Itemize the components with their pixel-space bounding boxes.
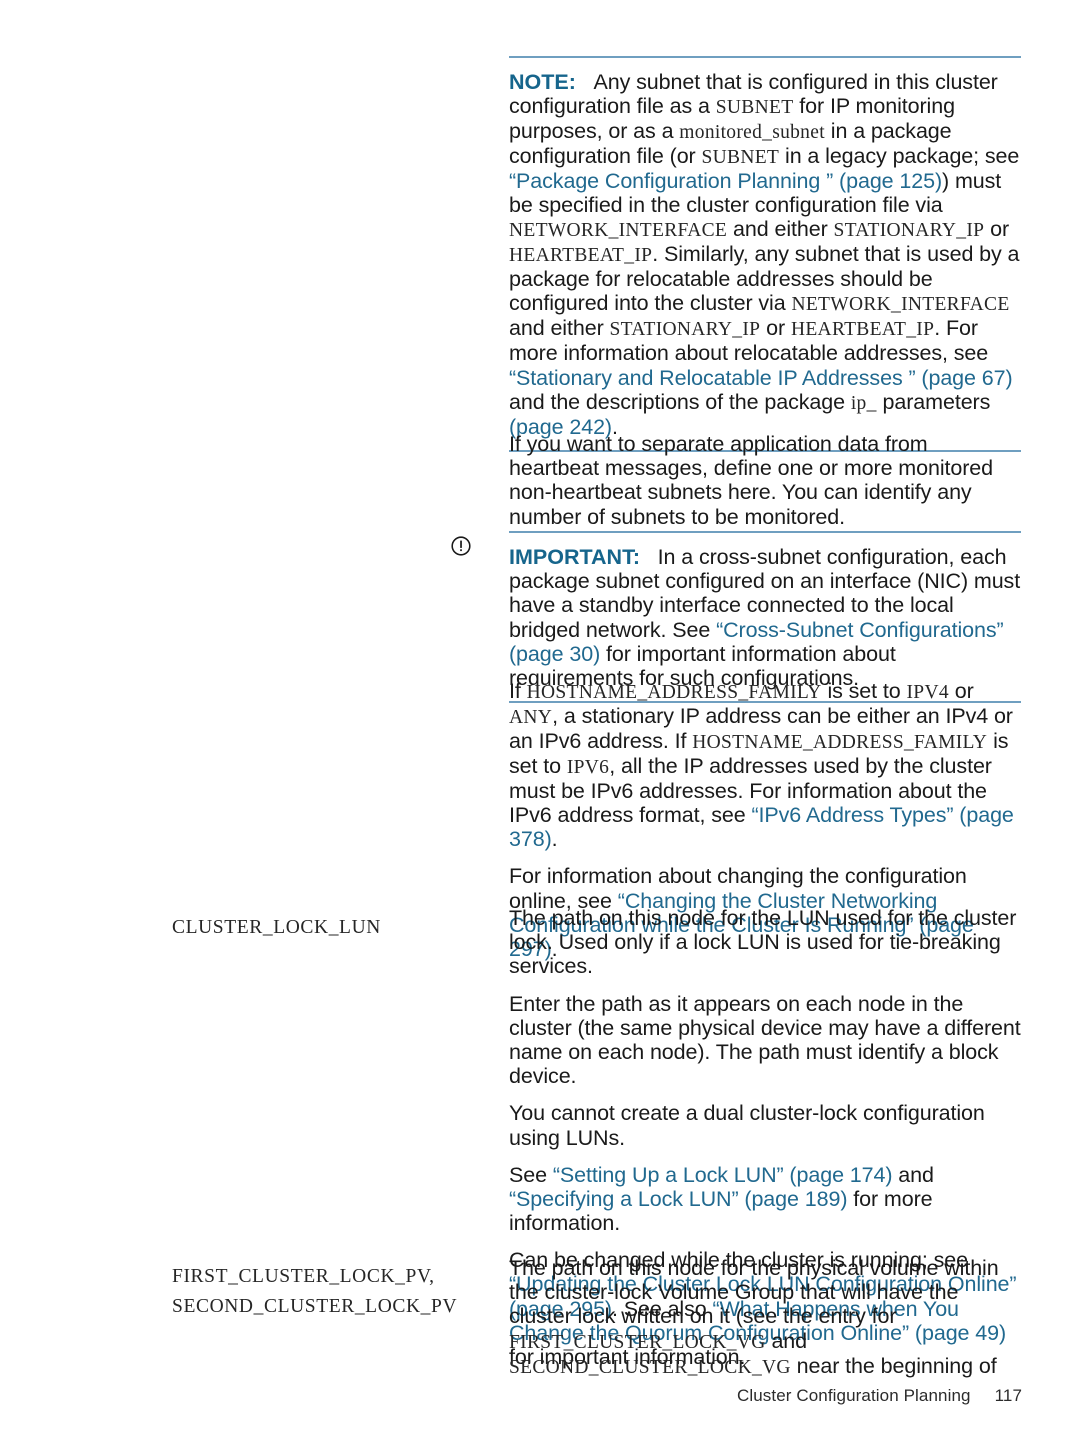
code-stationary-ip-2: STATIONARY_IP [609, 319, 761, 341]
note-paragraph: NOTE: Any subnet that is configured in t… [509, 70, 1020, 439]
code-hostname-address-family-1: HOSTNAME_ADDRESS_FAMILY [526, 682, 822, 703]
code-subnet-legacy: SUBNET [701, 147, 780, 169]
cluster-lock-lun-paragraph-2: Enter the path as it appears on each nod… [509, 991, 1021, 1089]
code-ip-prefix: ip_ [850, 392, 877, 414]
footer-chapter-title: Cluster Configuration Planning [737, 1386, 971, 1405]
code-monitored-subnet: monitored_subnet [679, 122, 825, 144]
code-first-cluster-lock-vg: FIRST_CLUSTER_LOCK_VG [509, 1331, 766, 1353]
link-setting-up-a-lock-lun[interactable]: “Setting Up a Lock LUN” (page 174) [553, 1163, 893, 1187]
code-network-interface-2: NETWORK_INTERFACE [791, 294, 1010, 316]
param-label-cluster-lock-lun: CLUSTER_LOCK_LUN [172, 913, 472, 943]
cluster-lock-lun-paragraph-3: You cannot create a dual cluster-lock co… [509, 1101, 985, 1150]
cluster-lock-lun-paragraph-4: See “Setting Up a Lock LUN” (page 174) a… [509, 1162, 934, 1236]
monitored-subnets-paragraph: If you want to separate application data… [509, 432, 994, 529]
code-ipv4: IPV4 [906, 682, 949, 703]
link-package-configuration-planning[interactable]: “Package Configuration Planning ” (page … [509, 169, 942, 193]
code-stationary-ip-1: STATIONARY_IP [833, 220, 985, 242]
link-stationary-relocatable-ip-addresses[interactable]: “Stationary and Relocatable IP Addresses… [509, 366, 1013, 390]
param-name-text-line2: SECOND_CLUSTER_LOCK_PV [172, 1296, 458, 1318]
code-hostname-address-family-2: HOSTNAME_ADDRESS_FAMILY [692, 731, 988, 753]
code-subnet: SUBNET [715, 97, 794, 119]
cluster-lock-pv-paragraph: The path on this node for the physical v… [509, 1256, 999, 1378]
important-paragraph: IMPORTANT: In a cross-subnet configurati… [509, 545, 1021, 690]
document-page: NOTE: Any subnet that is configured in t… [0, 0, 1080, 1438]
code-ipv6: IPV6 [566, 756, 610, 778]
cluster-lock-pv-description: The path on this node for the physical v… [509, 1256, 1021, 1378]
page-footer: Cluster Configuration Planning 117 [0, 1386, 1080, 1406]
code-heartbeat-ip-2: HEARTBEAT_IP [790, 319, 935, 341]
link-specifying-a-lock-lun[interactable]: “Specifying a Lock LUN” (page 189) [509, 1187, 847, 1211]
note-admonition: NOTE: Any subnet that is configured in t… [509, 56, 1021, 452]
param-name-text: CLUSTER_LOCK_LUN [172, 917, 381, 938]
code-heartbeat-ip-1: HEARTBEAT_IP [509, 245, 653, 267]
note-label: NOTE: [509, 70, 576, 94]
important-admonition: IMPORTANT: In a cross-subnet configurati… [451, 531, 1021, 704]
monitored-subnets-block: If you want to separate application data… [509, 432, 1021, 529]
param-name-text-line1: FIRST_CLUSTER_LOCK_PV, [172, 1266, 435, 1287]
code-any: ANY [509, 706, 553, 728]
hostname-family-paragraph: If HOSTNAME_ADDRESS_FAMILY is set to IPV… [509, 679, 1014, 852]
exclamation-circle-icon [450, 535, 472, 557]
footer-page-number: 117 [994, 1386, 1022, 1405]
param-label-cluster-lock-pv: FIRST_CLUSTER_LOCK_PV, SECOND_CLUSTER_LO… [172, 1262, 472, 1322]
code-network-interface-1: NETWORK_INTERFACE [509, 220, 728, 242]
important-label: IMPORTANT: [509, 545, 640, 569]
code-second-cluster-lock-vg: SECOND_CLUSTER_LOCK_VG [509, 1356, 791, 1378]
cluster-lock-lun-paragraph-1: The path on this node for the LUN used f… [509, 906, 1017, 979]
